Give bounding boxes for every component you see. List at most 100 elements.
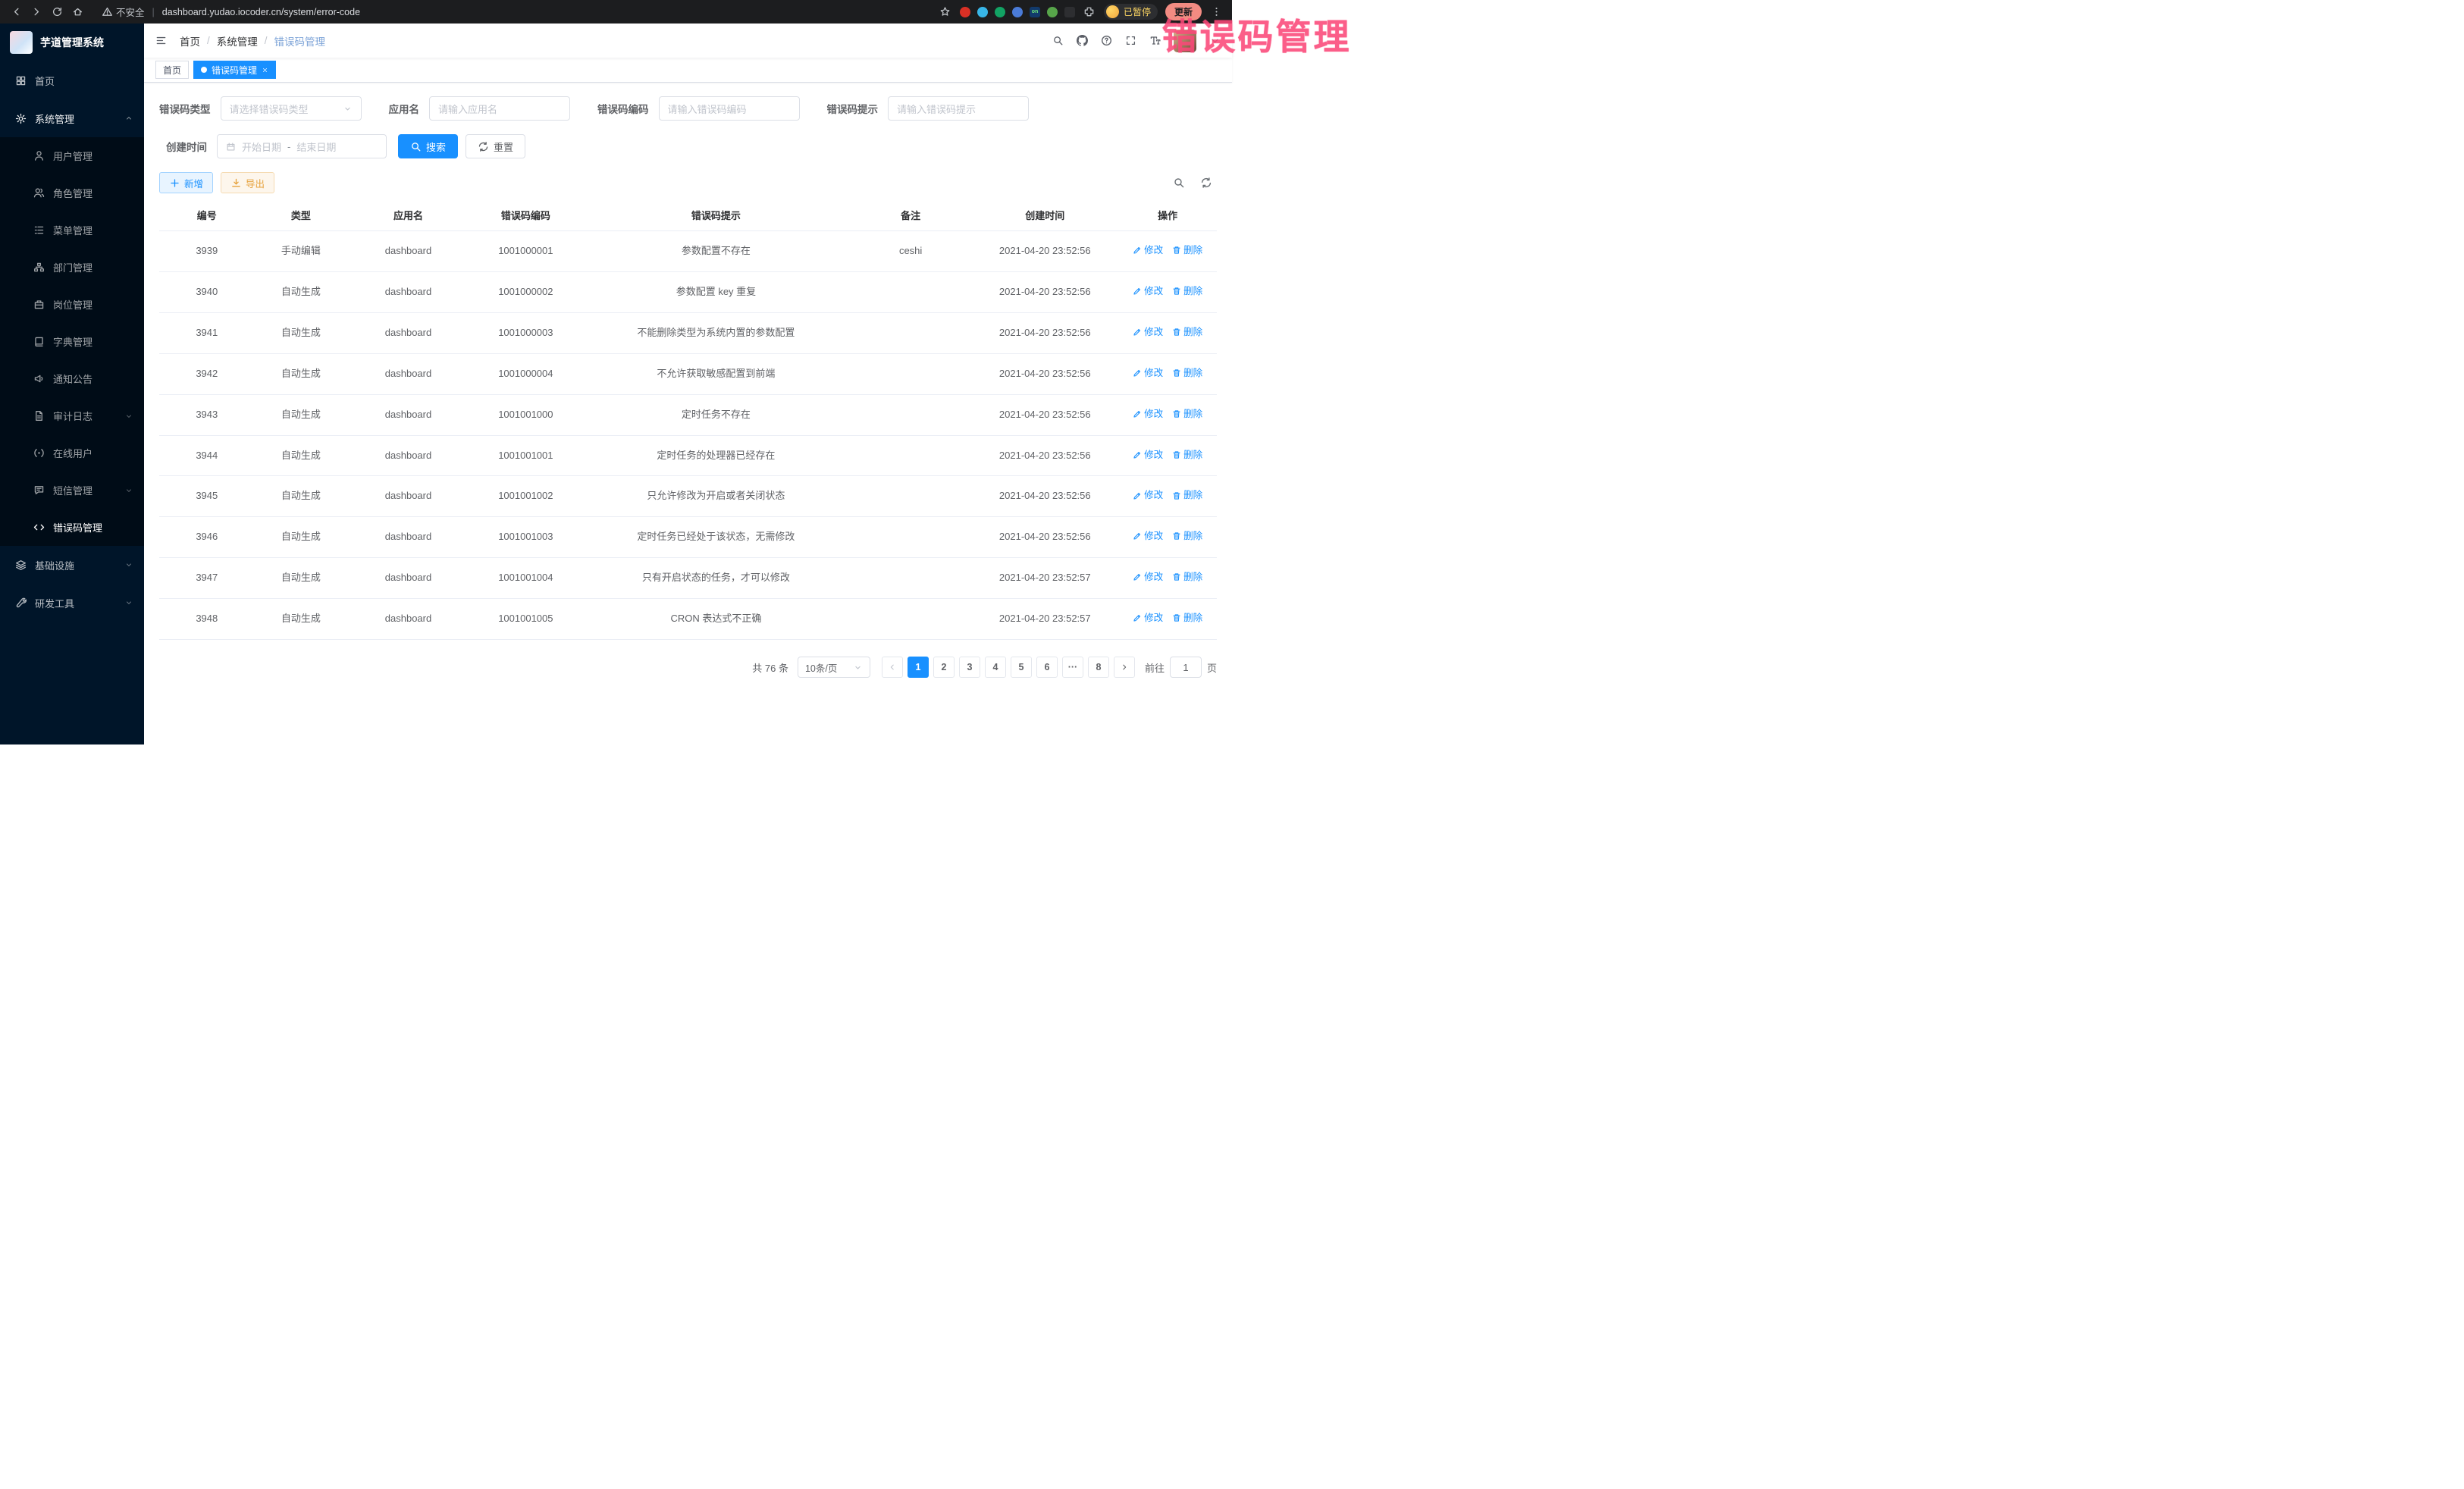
- extension-icon[interactable]: [960, 7, 970, 17]
- home-icon[interactable]: [71, 5, 84, 19]
- user-avatar[interactable]: [1174, 30, 1196, 52]
- infra-icon: [15, 560, 27, 571]
- sidebar-item-基础设施[interactable]: 基础设施: [0, 546, 144, 584]
- delete-link[interactable]: 删除: [1172, 407, 1202, 421]
- delete-link[interactable]: 删除: [1172, 448, 1202, 462]
- edit-link[interactable]: 修改: [1133, 243, 1163, 257]
- breadcrumb-item[interactable]: 首页: [180, 33, 200, 49]
- hamburger-icon[interactable]: [155, 35, 167, 46]
- page-button-4[interactable]: 4: [985, 657, 1006, 678]
- sidebar-item-错误码管理[interactable]: 错误码管理: [0, 509, 144, 546]
- sidebar-item-用户管理[interactable]: 用户管理: [0, 137, 144, 174]
- edit-link[interactable]: 修改: [1133, 448, 1163, 462]
- browser-menu-icon[interactable]: [1209, 5, 1223, 19]
- sidebar-item-label: 通知公告: [53, 371, 92, 386]
- date-range-picker[interactable]: 开始日期 - 结束日期: [217, 134, 387, 158]
- error-hint-input[interactable]: 请输入错误码提示: [888, 96, 1029, 121]
- tab-首页[interactable]: 首页: [155, 61, 189, 79]
- page-button-5[interactable]: 5: [1011, 657, 1032, 678]
- edit-icon: [1133, 246, 1142, 255]
- tab-错误码管理[interactable]: 错误码管理: [193, 61, 276, 79]
- refresh-button[interactable]: [1200, 177, 1212, 189]
- github-icon[interactable]: [1077, 35, 1088, 46]
- forward-icon[interactable]: [30, 5, 43, 19]
- sidebar-item-研发工具[interactable]: 研发工具: [0, 584, 144, 622]
- prev-page-button[interactable]: [882, 657, 903, 678]
- sidebar-item-通知公告[interactable]: 通知公告: [0, 360, 144, 397]
- delete-link[interactable]: 删除: [1172, 243, 1202, 257]
- back-icon[interactable]: [9, 5, 23, 19]
- extension-icon[interactable]: [977, 7, 988, 17]
- edit-link[interactable]: 修改: [1133, 529, 1163, 543]
- extensions-puzzle-icon[interactable]: [1083, 5, 1096, 19]
- edit-link[interactable]: 修改: [1133, 284, 1163, 298]
- sidebar-item-首页[interactable]: 首页: [0, 61, 144, 99]
- bookmark-star-icon[interactable]: [939, 5, 952, 19]
- sidebar-item-菜单管理[interactable]: 菜单管理: [0, 212, 144, 249]
- cell-id: 3943: [159, 394, 255, 435]
- reset-button[interactable]: 重置: [466, 134, 525, 158]
- page-button-8[interactable]: 8: [1088, 657, 1109, 678]
- edit-link[interactable]: 修改: [1133, 325, 1163, 339]
- delete-link[interactable]: 删除: [1172, 488, 1202, 502]
- sidebar-item-部门管理[interactable]: 部门管理: [0, 249, 144, 286]
- sidebar-item-审计日志[interactable]: 审计日志: [0, 397, 144, 434]
- extension-icon[interactable]: [995, 7, 1005, 17]
- error-type-select[interactable]: 请选择错误码类型: [221, 96, 362, 121]
- error-code-input[interactable]: 请输入错误码编码: [659, 96, 800, 121]
- close-icon[interactable]: [262, 67, 268, 74]
- add-button[interactable]: 新增: [159, 172, 213, 193]
- app-logo[interactable]: 芋道管理系统: [0, 24, 144, 61]
- sidebar-item-角色管理[interactable]: 角色管理: [0, 174, 144, 212]
- search-icon[interactable]: [1052, 35, 1064, 46]
- extension-icon[interactable]: on: [1030, 7, 1040, 17]
- page-button-6[interactable]: 6: [1036, 657, 1058, 678]
- edit-link[interactable]: 修改: [1133, 611, 1163, 625]
- delete-link[interactable]: 删除: [1172, 529, 1202, 543]
- app-name-input[interactable]: 请输入应用名: [429, 96, 570, 121]
- goto-page-input[interactable]: 1: [1170, 657, 1202, 678]
- reload-icon[interactable]: [50, 5, 64, 19]
- toggle-search-button[interactable]: [1173, 177, 1185, 189]
- sidebar-item-短信管理[interactable]: 短信管理: [0, 472, 144, 509]
- edit-link[interactable]: 修改: [1133, 407, 1163, 421]
- page-button-3[interactable]: 3: [959, 657, 980, 678]
- page-button-2[interactable]: 2: [933, 657, 955, 678]
- breadcrumb-item[interactable]: 系统管理: [217, 33, 258, 49]
- more-pages-button[interactable]: ···: [1062, 657, 1083, 678]
- next-page-button[interactable]: [1114, 657, 1135, 678]
- delete-link[interactable]: 删除: [1172, 366, 1202, 380]
- book-icon: [33, 336, 45, 347]
- fullscreen-icon[interactable]: [1125, 35, 1136, 46]
- sidebar-item-在线用户[interactable]: 在线用户: [0, 434, 144, 472]
- sidebar-item-系统管理[interactable]: 系统管理: [0, 99, 144, 137]
- update-button[interactable]: 更新: [1165, 3, 1202, 20]
- delete-link[interactable]: 删除: [1172, 570, 1202, 584]
- cell-code: 1001001003: [469, 517, 582, 558]
- help-icon[interactable]: [1101, 35, 1112, 46]
- logo-image: [10, 31, 33, 54]
- sidebar-item-岗位管理[interactable]: 岗位管理: [0, 286, 144, 323]
- address-bar[interactable]: 不安全 | dashboard.yudao.iocoder.cn/system/…: [102, 5, 360, 19]
- page-button-1[interactable]: 1: [908, 657, 929, 678]
- profile-paused-badge[interactable]: 已暂停: [1104, 4, 1158, 20]
- cell-operations: 修改删除: [1118, 312, 1217, 353]
- caret-down-icon[interactable]: [1209, 35, 1221, 46]
- extension-icon[interactable]: [1047, 7, 1058, 17]
- edit-link[interactable]: 修改: [1133, 366, 1163, 380]
- calendar-icon: [226, 142, 236, 152]
- edit-link[interactable]: 修改: [1133, 488, 1163, 502]
- cell-operations: 修改删除: [1118, 558, 1217, 599]
- search-button[interactable]: 搜索: [398, 134, 458, 158]
- edit-link[interactable]: 修改: [1133, 570, 1163, 584]
- delete-link[interactable]: 删除: [1172, 284, 1202, 298]
- extension-icon[interactable]: [1064, 7, 1075, 17]
- breadcrumb-item: 错误码管理: [274, 33, 326, 49]
- delete-link[interactable]: 删除: [1172, 325, 1202, 339]
- delete-link[interactable]: 删除: [1172, 611, 1202, 625]
- page-size-select[interactable]: 10条/页: [798, 657, 870, 678]
- extension-icon[interactable]: [1012, 7, 1023, 17]
- export-button[interactable]: 导出: [221, 172, 274, 193]
- sidebar-item-字典管理[interactable]: 字典管理: [0, 323, 144, 360]
- font-size-icon[interactable]: [1149, 35, 1161, 46]
